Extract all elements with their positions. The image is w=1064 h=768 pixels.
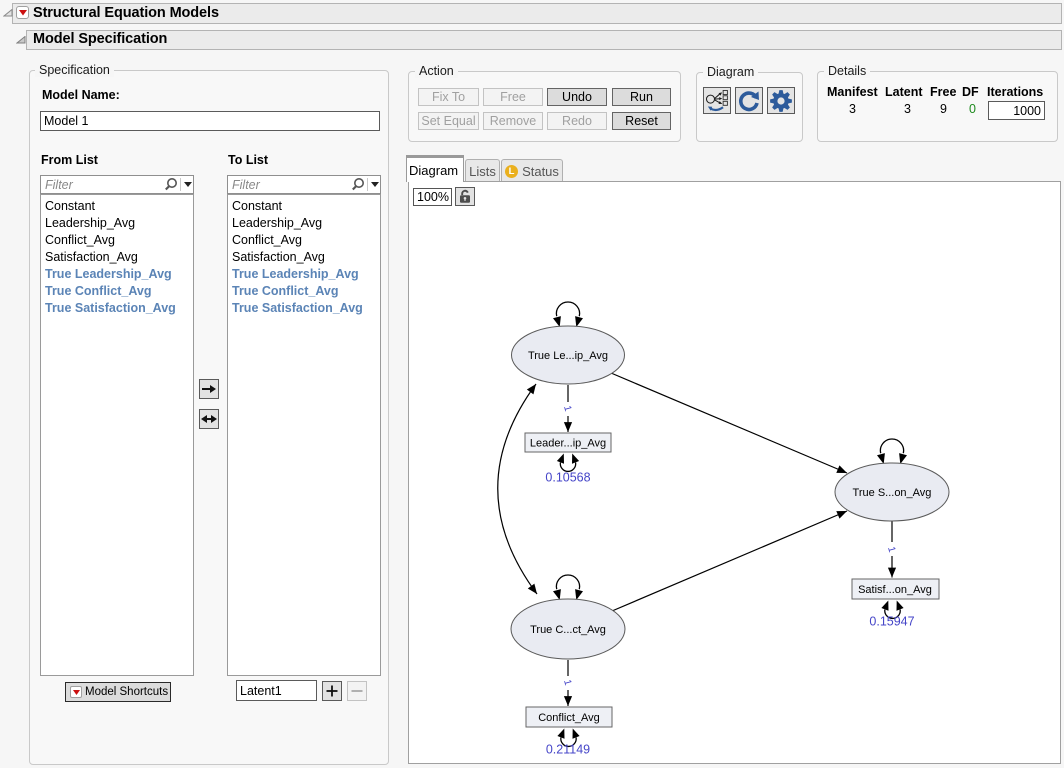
svg-text:1: 1 <box>885 545 897 554</box>
svg-text:0.15947: 0.15947 <box>869 615 914 629</box>
svg-text:0.10568: 0.10568 <box>545 471 590 485</box>
svg-text:Satisf...on_Avg: Satisf...on_Avg <box>858 584 932 596</box>
svg-text:Conflict_Avg: Conflict_Avg <box>538 712 600 724</box>
svg-text:1: 1 <box>561 404 573 413</box>
svg-text:1: 1 <box>561 678 573 687</box>
svg-text:True C...ct_Avg: True C...ct_Avg <box>530 624 606 636</box>
svg-text:Leader...ip_Avg: Leader...ip_Avg <box>530 438 606 450</box>
svg-text:True S...on_Avg: True S...on_Avg <box>853 487 932 499</box>
svg-text:0.21149: 0.21149 <box>546 743 590 757</box>
svg-text:True Le...ip_Avg: True Le...ip_Avg <box>528 350 608 362</box>
